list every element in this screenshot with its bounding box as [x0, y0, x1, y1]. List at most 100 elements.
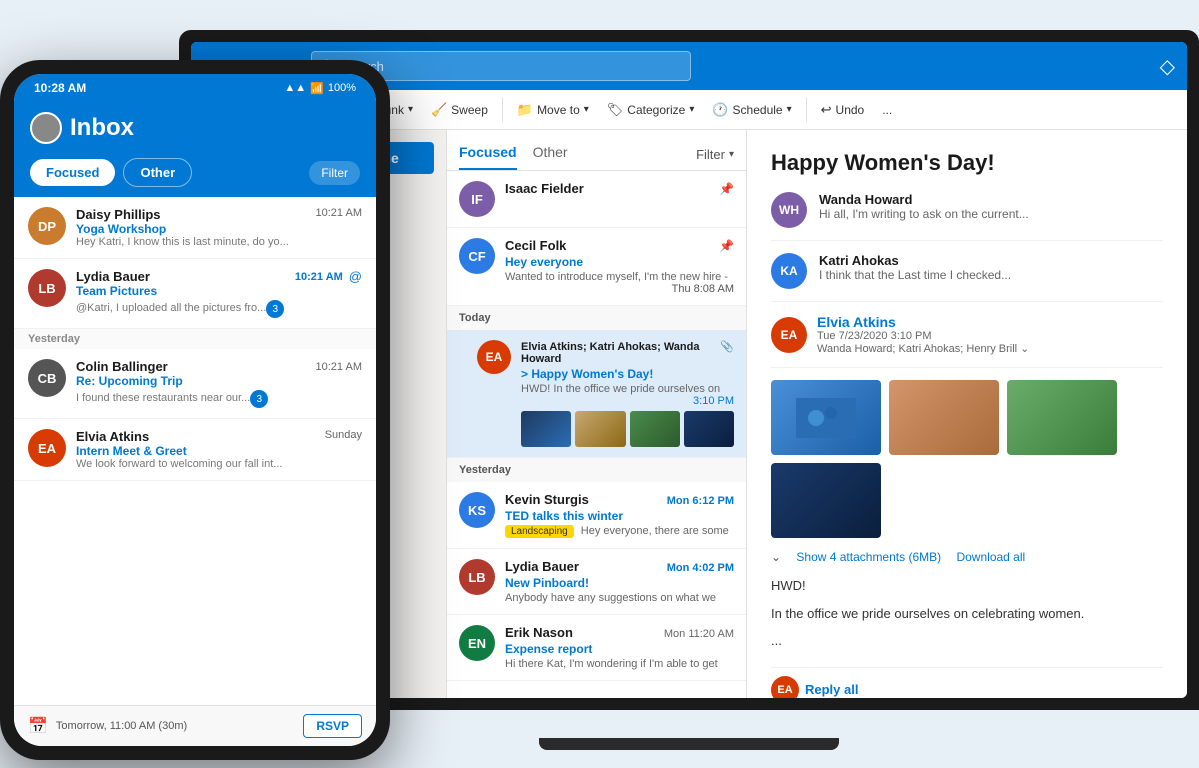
email-item-isaac[interactable]: IF Isaac Fielder 📌: [447, 171, 746, 228]
body-line-2: In the office we pride ourselves on cele…: [771, 604, 1163, 624]
phone-preview-elvia: We look forward to welcoming our fall in…: [76, 458, 306, 470]
avatar-cecil: CF: [459, 238, 495, 274]
phone-email-elvia[interactable]: EA Elvia Atkins Sunday Intern Meet & Gre…: [14, 419, 376, 481]
phone-avatar-colin: CB: [28, 359, 66, 397]
sender-preview-wanda: Hi all, I'm writing to ask on the curren…: [819, 207, 1163, 221]
phone-icons: ▲▲ 📶 100%: [284, 82, 356, 95]
attachments-row: [771, 380, 1163, 538]
phone-footer: 📅 Tomorrow, 11:00 AM (30m) RSVP: [14, 705, 376, 746]
filter-button[interactable]: Filter ▾: [696, 147, 734, 162]
battery-label: 100%: [328, 82, 356, 94]
time-erik: Mon 11:20 AM: [664, 628, 734, 640]
phone-email-colin[interactable]: CB Colin Ballinger 10:21 AM Re: Upcoming…: [14, 349, 376, 419]
wifi-icon: ▲▲: [284, 82, 306, 94]
phone-tab-other[interactable]: Other: [123, 158, 192, 187]
email-item-lydia[interactable]: LB Lydia Bauer Mon 4:02 PM New Pinboard!…: [447, 549, 746, 615]
email-item-kevin[interactable]: KS Kevin Sturgis Mon 6:12 PM TED talks t…: [447, 482, 746, 549]
sender-name-elvia-reading: Elvia Atkins: [817, 314, 896, 330]
undo-button[interactable]: ↩ Undo: [813, 98, 873, 122]
subject-kevin: TED talks this winter: [505, 509, 734, 523]
phone-statusbar: 10:28 AM ▲▲ 📶 100%: [14, 74, 376, 102]
thumb1: [521, 411, 571, 447]
sender-name-katri: Katri Ahokas: [819, 253, 1163, 268]
subject-cecil: Hey everyone: [505, 255, 734, 269]
avatar-elvia: EA: [477, 340, 511, 374]
sender-lydia: Lydia Bauer: [505, 559, 579, 574]
attachment-thumb-3[interactable]: [1007, 380, 1117, 455]
subject-elvia: > Happy Women's Day!: [521, 367, 734, 381]
phone-time: 10:28 AM: [34, 81, 86, 95]
msg-row-wanda: WH Wanda Howard Hi all, I'm writing to a…: [771, 192, 1163, 241]
phone-email-lydia[interactable]: LB Lydia Bauer 10:21 AM @ Team Pictures …: [14, 259, 376, 329]
phone-tab-focused[interactable]: Focused: [30, 159, 115, 186]
scene: ⊞ Outlook 🔍 Search ◇ 🗑 Delete 📥: [0, 0, 1199, 768]
body-line-1: HWD!: [771, 576, 1163, 596]
focused-tabs: Focused Other Filter ▾: [447, 130, 746, 171]
attachment-thumb-1[interactable]: [771, 380, 881, 455]
tab-focused[interactable]: Focused: [459, 138, 517, 170]
avatar-lydia: LB: [459, 559, 495, 595]
email-content-cecil: Cecil Folk 📌 Hey everyone Wanted to intr…: [505, 238, 734, 295]
email-header-lydia: Lydia Bauer Mon 4:02 PM: [505, 559, 734, 574]
thumb4: [684, 411, 734, 447]
phone-subject-daisy: Yoga Workshop: [76, 222, 362, 236]
body-line-3: ...: [771, 631, 1163, 651]
badge-lydia: 3: [266, 300, 284, 318]
schedule-button[interactable]: 🕐 Schedule ▾: [704, 98, 799, 122]
tab-other[interactable]: Other: [533, 138, 568, 170]
phone-section-yesterday: Yesterday: [14, 329, 376, 349]
phone-sender-colin: Colin Ballinger: [76, 359, 168, 374]
phone-subject-elvia: Intern Meet & Greet: [76, 444, 362, 458]
phone-sender-elvia: Elvia Atkins: [76, 429, 149, 444]
undo-icon: ↩: [821, 102, 832, 118]
signal-icon: 📶: [310, 82, 324, 95]
msg-row-elvia-expanded: EA Elvia Atkins Tue 7/23/2020 3:10 PM Wa…: [771, 314, 1163, 368]
categorize-button[interactable]: 🏷 Categorize ▾: [599, 98, 703, 122]
subject-lydia: New Pinboard!: [505, 576, 734, 590]
phone-body-lydia: Lydia Bauer 10:21 AM @ Team Pictures @Ka…: [76, 269, 362, 318]
preview-kevin: Landscaping Hey everyone, there are some: [505, 525, 734, 538]
phone-email-daisy[interactable]: DP Daisy Phillips 10:21 AM Yoga Workshop…: [14, 197, 376, 259]
subject-erik: Expense report: [505, 642, 734, 656]
email-item-erik[interactable]: EN Erik Nason Mon 11:20 AM Expense repor…: [447, 615, 746, 681]
email-header-isaac: Isaac Fielder 📌: [505, 181, 734, 196]
phone-avatar-elvia: EA: [28, 429, 66, 467]
reading-pane: Happy Women's Day! WH Wanda Howard Hi al…: [747, 130, 1187, 698]
phone-inbox-title: Inbox: [70, 114, 134, 142]
calendar-icon: 📅: [28, 716, 48, 736]
sweep-icon: 🧹: [431, 102, 447, 118]
phone-sender-lydia: Lydia Bauer: [76, 269, 150, 284]
attach-icon: 📎: [720, 340, 734, 353]
phone-user-avatar[interactable]: [30, 112, 62, 144]
email-to-elvia: Wanda Howard; Katri Ahokas; Henry Brill …: [817, 342, 1029, 355]
moveto-button[interactable]: 📁 Move to ▾: [509, 98, 597, 122]
sweep-button[interactable]: 🧹 Sweep: [423, 98, 496, 122]
phone-avatar-daisy: DP: [28, 207, 66, 245]
categorize-icon: 🏷: [607, 102, 624, 118]
phone-filter-button[interactable]: Filter: [309, 161, 360, 185]
email-content-kevin: Kevin Sturgis Mon 6:12 PM TED talks this…: [505, 492, 734, 538]
email-header-erik: Erik Nason Mon 11:20 AM: [505, 625, 734, 640]
email-item-cecil[interactable]: CF Cecil Folk 📌 Hey everyone Wanted to i…: [447, 228, 746, 306]
email-item-elvia[interactable]: EA Elvia Atkins; Katri Ahokas; Wanda How…: [447, 330, 746, 458]
moveto-icon: 📁: [517, 102, 533, 118]
attachment-thumb-2[interactable]: [889, 380, 999, 455]
preview-lydia: Anybody have any suggestions on what we: [505, 592, 734, 604]
reply-all-button[interactable]: EA Reply all: [771, 667, 1163, 699]
time-elvia: 3:10 PM: [521, 395, 734, 407]
rsvp-button[interactable]: RSVP: [303, 714, 362, 738]
toolbar-separator: [502, 98, 503, 122]
chip-landscaping: Landscaping: [505, 525, 574, 538]
at-icon: @: [349, 269, 362, 284]
phone: 10:28 AM ▲▲ 📶 100% Inbox Focused: [0, 60, 390, 760]
email-list: Focused Other Filter ▾ IF: [447, 130, 747, 698]
msg-row-katri: KA Katri Ahokas I think that the Last ti…: [771, 253, 1163, 302]
tab-group: Focused Other: [459, 138, 568, 170]
phone-avatar-lydia: LB: [28, 269, 66, 307]
attachment-thumb-4[interactable]: [771, 463, 881, 538]
more-button[interactable]: ...: [874, 99, 900, 121]
email-content-lydia: Lydia Bauer Mon 4:02 PM New Pinboard! An…: [505, 559, 734, 604]
email-header-cecil: Cecil Folk 📌: [505, 238, 734, 253]
time-cecil: Thu 8:08 AM: [505, 283, 734, 295]
phone-time-lydia: 10:21 AM: [295, 271, 343, 283]
